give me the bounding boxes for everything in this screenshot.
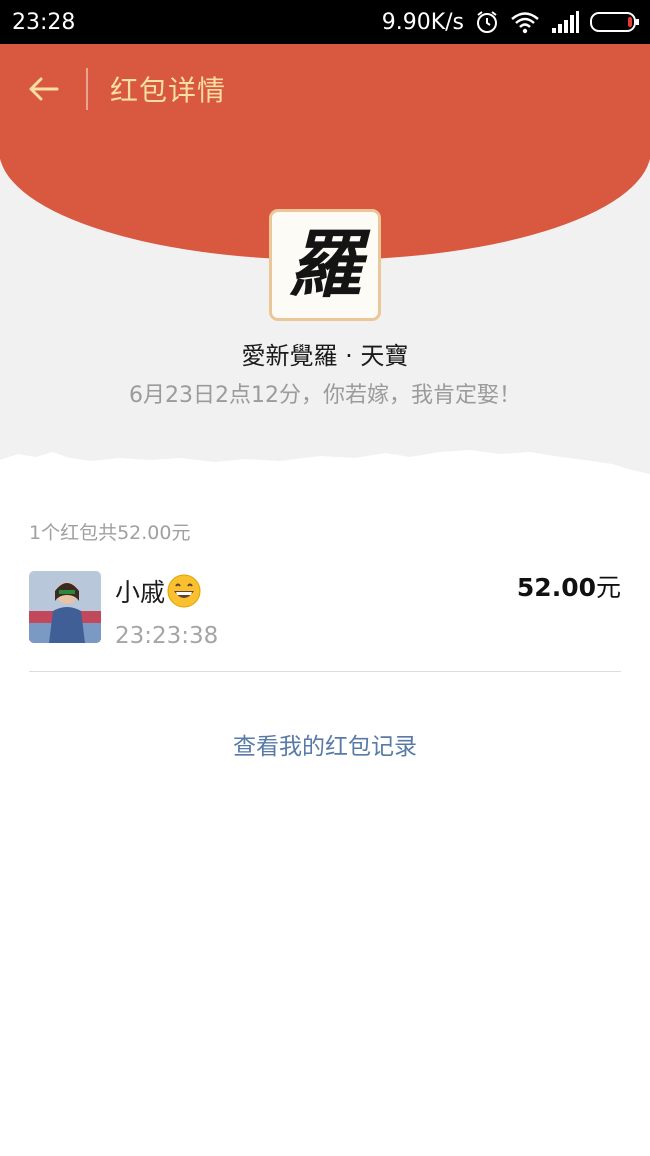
grinning-face-emoji-icon [167, 574, 201, 608]
signal-icon [550, 10, 580, 34]
alarm-icon [474, 9, 500, 35]
status-time: 23:28 [12, 9, 76, 35]
view-history-link[interactable]: 查看我的红包记录 [0, 727, 650, 761]
sender-avatar[interactable]: 羅 [269, 209, 381, 321]
wifi-icon [510, 10, 540, 34]
back-arrow-icon[interactable] [0, 44, 86, 134]
sender-name: 愛新覺羅 · 天寶 [241, 342, 409, 370]
status-icons: 9.90K/s [382, 9, 640, 35]
list-item[interactable]: 小戚 23:23:38 52.00元 [29, 568, 621, 672]
receiver-name: 小戚 [115, 573, 201, 609]
battery-icon [590, 11, 640, 33]
receive-time: 23:23:38 [115, 623, 219, 649]
receiver-name-text: 小戚 [115, 578, 166, 607]
torn-paper-edge [0, 450, 650, 480]
receiver-avatar[interactable] [29, 571, 101, 643]
received-amount: 52.00元 [517, 568, 621, 604]
sender-wish: 6月23日2点12分，你若嫁，我肯定娶！ [129, 383, 521, 408]
sender-avatar-glyph: 羅 [288, 222, 362, 308]
status-bar: 23:28 9.90K/s [0, 0, 650, 44]
network-speed: 9.90K/s [381, 9, 464, 35]
red-packet-header: 红包详情 羅 愛新覺羅 · 天寶 6月23日2点12分，你若嫁，我肯定娶！ [0, 44, 650, 480]
nav-bar: 红包详情 [0, 44, 650, 134]
amount-value: 52.00 [516, 573, 596, 602]
page-title: 红包详情 [110, 74, 227, 107]
amount-unit: 元 [595, 573, 621, 602]
packet-summary: 1个红包共52.00元 [29, 522, 191, 544]
